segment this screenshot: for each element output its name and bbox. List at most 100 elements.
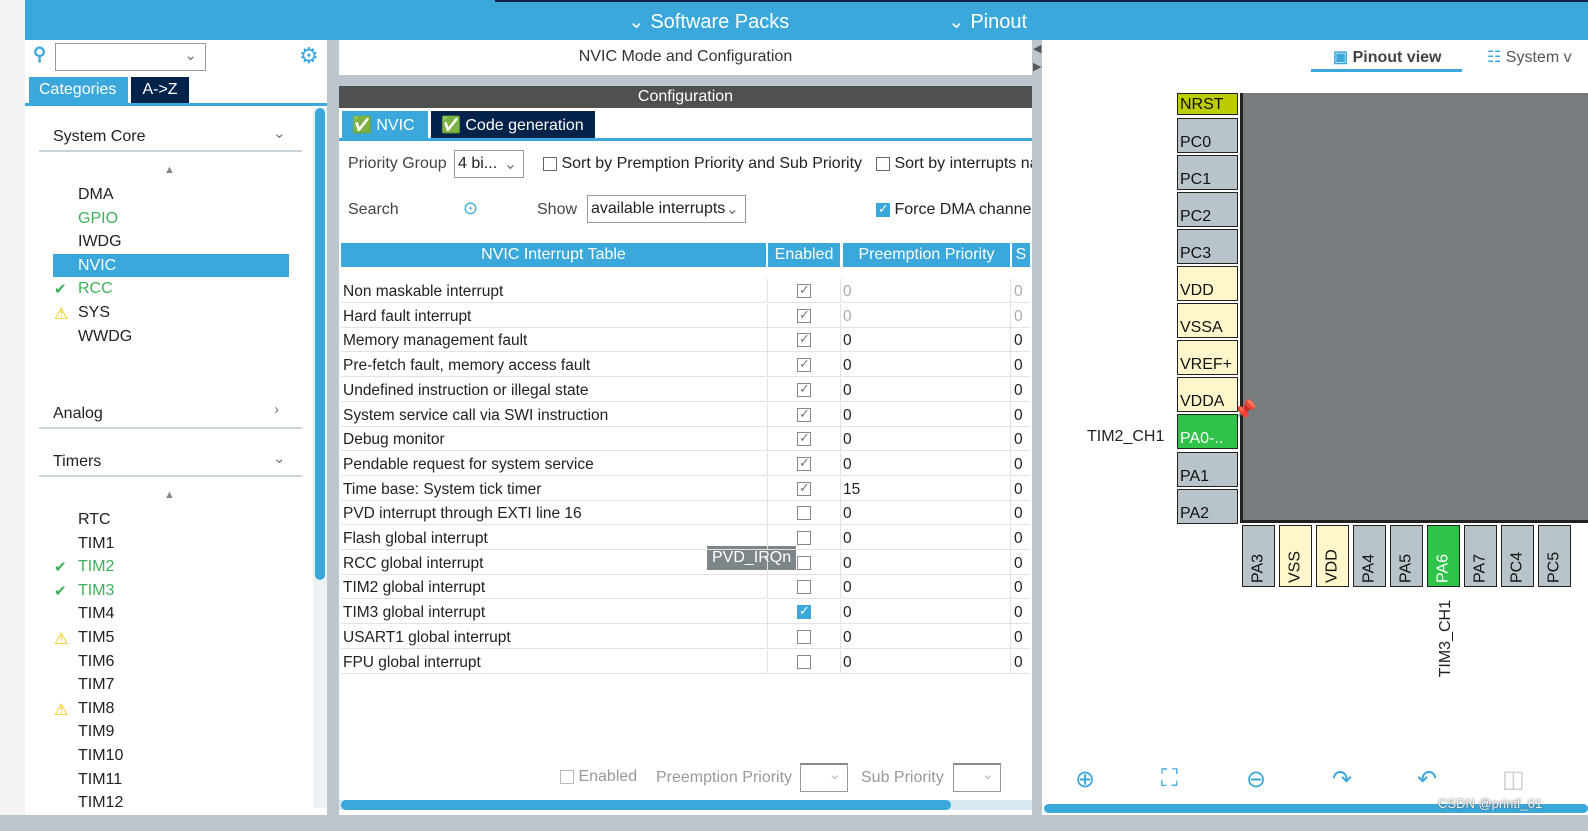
sub-priority[interactable]: 0	[1014, 555, 1023, 573]
chevron-right-icon[interactable]: ›	[274, 401, 279, 418]
preemption-priority[interactable]: 0	[843, 555, 852, 573]
sub-priority[interactable]: 0	[1014, 308, 1023, 326]
tab-a-z[interactable]: A->Z	[131, 77, 189, 103]
pin-pc2[interactable]: PC2	[1177, 192, 1238, 227]
tree-item-rcc[interactable]: RCC	[78, 280, 113, 298]
tree-item-iwdg[interactable]: IWDG	[78, 233, 122, 251]
pin-vdda[interactable]: VDDA	[1177, 377, 1238, 412]
table-row[interactable]: TIM3 global interrupt 0 0	[341, 600, 1030, 625]
pin-vssa[interactable]: VSSA	[1177, 303, 1238, 338]
category-system-core[interactable]: System Core	[53, 128, 145, 146]
tree-item-nvic[interactable]: NVIC	[78, 257, 116, 275]
preemption-priority[interactable]: 0	[843, 654, 852, 672]
sub-priority[interactable]: 0	[1014, 654, 1023, 672]
checkbox[interactable]	[876, 201, 890, 217]
enabled-checkbox[interactable]	[797, 555, 811, 570]
tree-item-gpio[interactable]: GPIO	[78, 210, 118, 228]
preemption-priority[interactable]: 0	[843, 283, 852, 301]
fit-to-screen-icon[interactable]: ⛶	[1161, 765, 1178, 793]
table-row[interactable]: Undefined instruction or illegal state 0 0	[341, 377, 1030, 402]
sort-priority-checkbox[interactable]: Sort by Premption Priority and Sub Prior…	[543, 155, 862, 173]
preemption-priority[interactable]: 0	[843, 357, 852, 375]
enabled-checkbox[interactable]	[797, 531, 811, 545]
pin-pc0[interactable]: PC0	[1177, 118, 1238, 153]
sub-priority[interactable]: 0	[1014, 407, 1023, 425]
tree-item-tim6[interactable]: TIM6	[78, 653, 114, 671]
sub-priority[interactable]: 0	[1014, 604, 1023, 622]
panel-divider[interactable]: ◀ ▶	[1032, 40, 1042, 831]
table-row[interactable]: Debug monitor 0 0	[341, 427, 1030, 452]
pin-pa3[interactable]: PA3	[1242, 525, 1275, 587]
pin-pa0[interactable]: PA0-..	[1177, 414, 1238, 449]
pin-pc4[interactable]: PC4	[1501, 525, 1534, 587]
sub-priority[interactable]: 0	[1014, 579, 1023, 597]
pin-pc3[interactable]: PC3	[1177, 229, 1238, 264]
tab-system-view[interactable]: ☷ System v	[1487, 47, 1572, 67]
checkbox[interactable]	[560, 769, 574, 784]
table-row[interactable]: System service call via SWI instruction 0…	[341, 402, 1030, 427]
tab-code-generation[interactable]: ✅ Code generation	[431, 111, 595, 138]
tree-item-tim8[interactable]: TIM8	[78, 700, 114, 718]
rotate-left-icon[interactable]: ↶	[1417, 765, 1437, 794]
sub-priority[interactable]: 0	[1014, 629, 1023, 647]
preemption-priority[interactable]: 0	[843, 629, 852, 647]
category-analog[interactable]: Analog	[53, 405, 103, 423]
tab-categories[interactable]: Categories	[29, 77, 128, 103]
gear-icon[interactable]: ⚙	[299, 43, 319, 69]
preemption-priority[interactable]: 0	[843, 431, 852, 449]
chevron-down-icon[interactable]: ⌄	[273, 449, 286, 467]
expand-right-icon[interactable]: ▶	[1033, 60, 1041, 73]
pin-vref[interactable]: VREF+	[1177, 340, 1238, 375]
sub-priority[interactable]: 0	[1014, 332, 1023, 350]
table-row[interactable]: TIM2 global interrupt 0 0	[341, 575, 1030, 600]
sub-priority[interactable]: 0	[1014, 456, 1023, 474]
panel-divider[interactable]	[327, 40, 339, 831]
table-row[interactable]: Pendable request for system service 0 0	[341, 451, 1030, 476]
preemption-priority[interactable]: 0	[843, 308, 852, 326]
footer-enabled-checkbox[interactable]: Enabled	[560, 768, 637, 786]
tree-item-tim11[interactable]: TIM11	[78, 771, 122, 789]
search-clear-icon[interactable]: ⊙	[463, 198, 478, 219]
footer-sub-select[interactable]: ⌄	[953, 763, 1001, 792]
category-timers[interactable]: Timers	[53, 453, 101, 471]
tree-item-tim2[interactable]: TIM2	[78, 558, 114, 576]
force-dma-checkbox[interactable]: Force DMA channe	[876, 201, 1032, 219]
menu-software-packs[interactable]: ⌄ Software Packs	[628, 9, 789, 34]
preemption-priority[interactable]: 0	[843, 456, 852, 474]
column-header-name[interactable]: NVIC Interrupt Table	[341, 243, 766, 267]
enabled-checkbox[interactable]	[797, 629, 811, 644]
sub-priority[interactable]: 0	[1014, 382, 1023, 400]
tab-pinout-view[interactable]: ▣ Pinout view	[1333, 47, 1441, 67]
zoom-in-icon[interactable]: ⊕	[1075, 765, 1095, 794]
sub-priority[interactable]: 0	[1014, 283, 1023, 301]
rotate-right-icon[interactable]: ↷	[1332, 765, 1352, 794]
tree-item-tim9[interactable]: TIM9	[78, 723, 114, 741]
enabled-checkbox[interactable]	[797, 580, 811, 595]
menu-pinout[interactable]: ⌄ Pinout	[948, 9, 1027, 34]
sub-priority[interactable]: 0	[1014, 431, 1023, 449]
priority-group-select[interactable]: 4 bi... ⌄	[454, 150, 524, 178]
pin-pa5[interactable]: PA5	[1390, 525, 1423, 587]
enabled-checkbox[interactable]	[797, 506, 811, 521]
left-scrollbar[interactable]	[315, 108, 325, 580]
collapse-left-icon[interactable]: ◀	[1033, 42, 1041, 55]
tree-item-tim4[interactable]: TIM4	[78, 605, 114, 623]
category-search-input[interactable]: ⌄	[55, 43, 206, 71]
table-row[interactable]: Pre-fetch fault, memory access fault 0 0	[341, 353, 1030, 378]
tree-item-tim7[interactable]: TIM7	[78, 676, 114, 694]
sort-icon[interactable]: ▲	[164, 489, 175, 501]
sub-priority[interactable]: 0	[1014, 505, 1023, 523]
pin-pc1[interactable]: PC1	[1177, 155, 1238, 190]
zoom-out-icon[interactable]: ⊖	[1246, 765, 1266, 794]
pin-pa1[interactable]: PA1	[1177, 452, 1238, 487]
preemption-priority[interactable]: 0	[843, 407, 852, 425]
tree-item-dma[interactable]: DMA	[78, 186, 114, 204]
pin-vdd[interactable]: VDD	[1177, 266, 1238, 301]
enabled-checkbox[interactable]	[797, 654, 811, 669]
sort-icon[interactable]: ▲	[164, 164, 175, 176]
preemption-priority[interactable]: 15	[843, 481, 860, 499]
preemption-priority[interactable]: 0	[843, 382, 852, 400]
preemption-priority[interactable]: 0	[843, 579, 852, 597]
pin-pa4[interactable]: PA4	[1353, 525, 1386, 587]
tab-nvic[interactable]: ✅ NVIC	[342, 111, 428, 138]
